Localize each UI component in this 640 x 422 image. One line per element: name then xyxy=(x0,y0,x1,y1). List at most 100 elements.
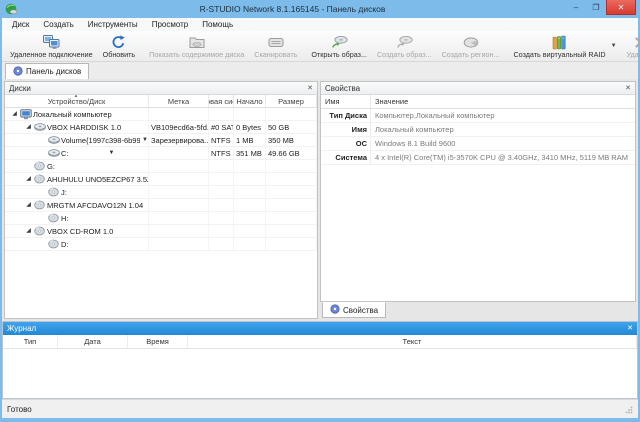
disk-cell-start xyxy=(234,186,266,198)
properties-panel-header: Свойства ✕ xyxy=(321,82,635,95)
close-button[interactable]: ✕ xyxy=(606,0,636,15)
disk-row[interactable]: J: xyxy=(5,186,317,199)
disks-col-header-3[interactable]: Начало xyxy=(234,95,266,107)
disks-col-header-0[interactable]: Устройство/Диск▲ xyxy=(5,95,149,107)
log-col-header-0[interactable]: Тип xyxy=(3,335,58,348)
device-name: G: xyxy=(47,162,55,171)
cdrom-icon xyxy=(33,226,46,236)
toolbar-button-2: Показать содержимое диска xyxy=(144,32,249,60)
property-row[interactable]: Тип ДискаКомпьютер,Локальный компьютер xyxy=(321,109,635,123)
disk-cell-size: 49.66 GB xyxy=(266,147,317,159)
property-row[interactable]: Система4 x Intel(R) Core(TM) i5-3570K CP… xyxy=(321,151,635,165)
property-row[interactable]: ОСWindows 8.1 Build 9600 xyxy=(321,137,635,151)
disks-col-header-2[interactable]: овая сис xyxy=(209,95,234,107)
expand-triangle-icon[interactable]: ◢ xyxy=(24,228,33,234)
device-name-cell: ◢MRGTM AFCDAVO12N 1.04 xyxy=(5,199,149,211)
disk-cell-label: VB109ecd6a-5fd... xyxy=(149,121,209,133)
disk-row[interactable]: D: xyxy=(5,238,317,251)
refresh-icon xyxy=(111,34,126,50)
log-panel: Журнал ✕ ТипДатаВремяТекст xyxy=(2,321,638,399)
toolbar-button-0[interactable]: Удаленное подключение xyxy=(5,32,98,60)
disk-cell-label xyxy=(149,147,209,159)
cdrom-icon xyxy=(47,187,60,197)
disk-row[interactable]: ◢AHUHULU UNO5EZCP67 3.5Z xyxy=(5,173,317,186)
disks-panel-close-icon[interactable]: ✕ xyxy=(307,85,313,92)
disk-cell-size xyxy=(266,238,317,250)
properties-rows: Тип ДискаКомпьютер,Локальный компьютерИм… xyxy=(321,109,635,165)
toolbar-button-label: Сканировать xyxy=(254,50,297,59)
log-col-header-3[interactable]: Текст xyxy=(188,335,637,348)
device-name: H: xyxy=(61,214,69,223)
menu-item-2[interactable]: Инструменты xyxy=(81,18,145,31)
device-name-cell: Volume{1997c398-6b99-1▼ xyxy=(5,134,149,146)
device-name-cell: J: xyxy=(5,186,149,198)
app-logo-icon xyxy=(5,2,19,16)
disk-row[interactable]: C:▼NTFS351 MB49.66 GB xyxy=(5,147,317,160)
properties-tabstrip: Свойства xyxy=(320,302,636,319)
disk-row[interactable]: Volume{1997c398-6b99-1▼Зарезервирова...N… xyxy=(5,134,317,147)
properties-col-value[interactable]: Значение xyxy=(371,97,635,106)
disk-cell-size xyxy=(266,173,317,185)
disks-panel-header: Диски ✕ xyxy=(5,82,317,95)
disk-cell-start xyxy=(234,238,266,250)
minimize-button[interactable]: – xyxy=(566,0,586,14)
toolbar-button-7[interactable]: Создать виртуальный RAID xyxy=(508,32,610,60)
menu-bar: ДискСоздатьИнструментыПросмотрПомощь xyxy=(2,18,638,31)
expand-triangle-icon[interactable]: ◢ xyxy=(10,111,19,117)
expand-triangle-icon[interactable]: ◢ xyxy=(24,124,33,130)
disk-cell-size xyxy=(266,212,317,224)
expand-triangle-icon[interactable]: ◢ xyxy=(24,176,33,182)
disk-cell-fs xyxy=(209,108,234,120)
properties-panel-close-icon[interactable]: ✕ xyxy=(625,85,631,92)
toolbar-button-1[interactable]: Обновить xyxy=(98,32,141,60)
harddisk-icon xyxy=(47,135,60,145)
menu-item-3[interactable]: Просмотр xyxy=(145,18,196,31)
menu-item-1[interactable]: Создать xyxy=(36,18,80,31)
disk-cell-label xyxy=(149,173,209,185)
property-row[interactable]: ИмяЛокальный компьютер xyxy=(321,123,635,137)
disk-row[interactable]: ◢ VBOX CD-ROM 1.0 xyxy=(5,225,317,238)
tab-disk-panel[interactable]: Панель дисков xyxy=(5,63,89,79)
device-name-cell: ◢VBOX HARDDISK 1.0 xyxy=(5,121,149,133)
row-dropdown-caret-icon[interactable]: ▼ xyxy=(109,150,115,156)
title-bar[interactable]: R-STUDIO Network 8.1.165145 - Панель дис… xyxy=(0,0,640,18)
disks-col-header-1[interactable]: Метка xyxy=(149,95,209,107)
main-area: Диски ✕ Устройство/Диск▲Меткаовая сисНач… xyxy=(2,79,638,321)
toolbar-button-5: Создать образ... xyxy=(372,32,437,60)
main-tabstrip: Панель дисков xyxy=(2,62,638,79)
menu-item-4[interactable]: Помощь xyxy=(195,18,240,31)
disk-cell-fs xyxy=(209,173,234,185)
device-name: J: xyxy=(61,188,67,197)
disk-row[interactable]: ◢MRGTM AFCDAVO12N 1.04 xyxy=(5,199,317,212)
log-panel-close-icon[interactable]: ✕ xyxy=(627,325,633,332)
disk-row[interactable]: ◢Локальный компьютер xyxy=(5,108,317,121)
toolbar-button-label: Создать регион... xyxy=(442,50,500,59)
disk-cell-fs xyxy=(209,199,234,211)
create-virtual-raid-icon xyxy=(552,34,567,50)
disk-row[interactable]: G: xyxy=(5,160,317,173)
device-name: VBOX CD-ROM 1.0 xyxy=(47,227,113,236)
resize-grip-icon[interactable] xyxy=(625,406,633,416)
dropdown-caret-icon[interactable]: ▼ xyxy=(611,43,617,49)
disk-row[interactable]: H: xyxy=(5,212,317,225)
computer-icon xyxy=(19,109,32,120)
property-name: Тип Диска xyxy=(321,109,371,122)
cdrom-icon xyxy=(33,161,46,171)
disks-col-header-4[interactable]: Размер xyxy=(266,95,317,107)
maximize-button[interactable]: ❐ xyxy=(586,0,606,14)
toolbar-button-4[interactable]: Открыть образ... xyxy=(306,32,372,60)
menu-item-0[interactable]: Диск xyxy=(5,18,36,31)
remote-connection-icon xyxy=(43,34,60,50)
properties-col-name[interactable]: Имя xyxy=(321,95,371,108)
disk-cell-fs xyxy=(209,238,234,250)
device-name-cell: D: xyxy=(5,238,149,250)
expand-triangle-icon[interactable]: ◢ xyxy=(24,202,33,208)
disk-cell-start: 1 MB xyxy=(234,134,266,146)
disk-row[interactable]: ◢VBOX HARDDISK 1.0VB109ecd6a-5fd...#0 SA… xyxy=(5,121,317,134)
log-col-header-2[interactable]: Время xyxy=(128,335,188,348)
disk-cell-fs xyxy=(209,225,234,237)
tab-properties[interactable]: Свойства xyxy=(322,302,386,318)
log-col-header-1[interactable]: Дата xyxy=(58,335,128,348)
row-dropdown-caret-icon[interactable]: ▼ xyxy=(142,137,148,143)
disk-cell-fs xyxy=(209,212,234,224)
